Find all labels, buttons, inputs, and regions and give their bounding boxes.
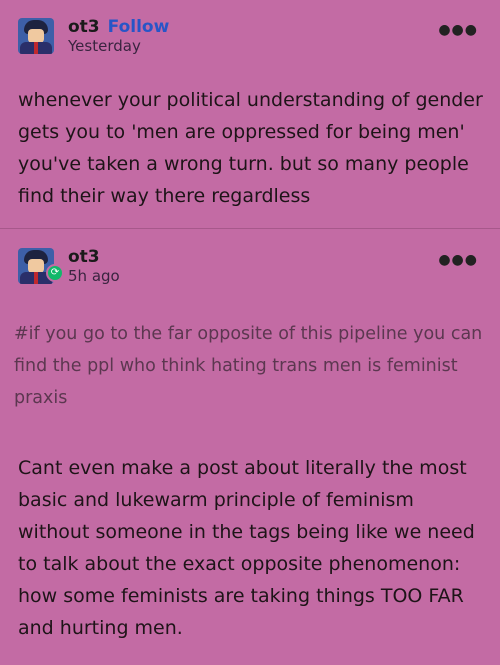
post1-meta: ot3 Follow Yesterday: [68, 17, 169, 55]
post2-name-row: ot3: [68, 247, 120, 267]
post1-name-row: ot3 Follow: [68, 17, 169, 37]
post2-header: ⟳ ot3 5h ago ●●●: [18, 244, 482, 288]
avatar[interactable]: [18, 18, 54, 54]
post2-body: Cant even make a post about literally th…: [18, 457, 475, 639]
post1-body: whenever your political understanding of…: [18, 89, 483, 207]
post2-tags[interactable]: #if you go to the far opposite of this p…: [14, 318, 484, 414]
follow-button[interactable]: Follow: [108, 17, 170, 37]
post1-header: ot3 Follow Yesterday ●●●: [18, 14, 482, 58]
post2-meta: ot3 5h ago: [68, 247, 120, 285]
more-dots-icon[interactable]: ●●●: [438, 22, 478, 38]
timestamp[interactable]: 5h ago: [68, 267, 120, 285]
timestamp[interactable]: Yesterday: [68, 37, 169, 55]
divider: [0, 228, 500, 229]
reblog-icon: ⟳: [46, 264, 64, 282]
username[interactable]: ot3: [68, 247, 100, 267]
username[interactable]: ot3: [68, 17, 100, 37]
more-dots-icon[interactable]: ●●●: [438, 252, 478, 268]
